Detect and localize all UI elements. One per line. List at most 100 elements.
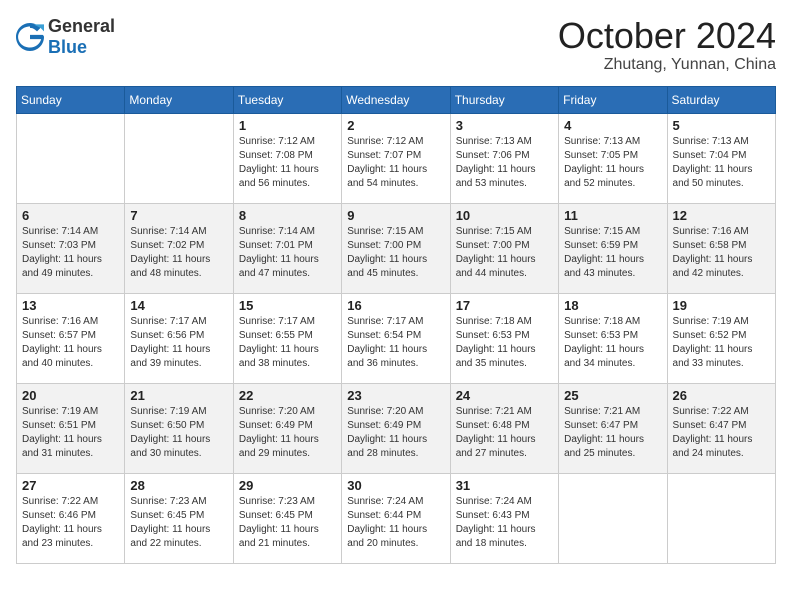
- calendar-cell: 19 Sunrise: 7:19 AM Sunset: 6:52 PM Dayli…: [667, 293, 775, 383]
- day-info: Sunrise: 7:15 AM Sunset: 7:00 PM Dayligh…: [456, 225, 553, 281]
- day-number: 10: [456, 208, 553, 223]
- page-header: General Blue October 2024 Zhutang, Yunna…: [16, 16, 776, 74]
- day-info: Sunrise: 7:18 AM Sunset: 6:53 PM Dayligh…: [564, 315, 661, 371]
- day-info: Sunrise: 7:21 AM Sunset: 6:47 PM Dayligh…: [564, 405, 661, 461]
- calendar-cell: 31 Sunrise: 7:24 AM Sunset: 6:43 PM Dayli…: [450, 473, 558, 563]
- day-number: 9: [347, 208, 444, 223]
- weekday-header: Friday: [559, 86, 667, 113]
- day-info: Sunrise: 7:24 AM Sunset: 6:43 PM Dayligh…: [456, 495, 553, 551]
- calendar-cell: 18Sunrise: 7:18 AM Sunset: 6:53 PM Dayli…: [559, 293, 667, 383]
- day-number: 7: [130, 208, 227, 223]
- day-number: 11: [564, 208, 661, 223]
- day-number: 19: [673, 298, 770, 313]
- month-title: October 2024: [558, 16, 776, 56]
- day-info: Sunrise: 7:16 AM Sunset: 6:58 PM Dayligh…: [673, 225, 770, 281]
- calendar-cell: 11 Sunrise: 7:15 AM Sunset: 6:59 PM Dayli…: [559, 203, 667, 293]
- day-number: 20: [22, 388, 119, 403]
- calendar: SundayMondayTuesdayWednesdayThursdayFrid…: [16, 86, 776, 564]
- day-info: Sunrise: 7:24 AM Sunset: 6:44 PM Dayligh…: [347, 495, 444, 551]
- calendar-week-row: 27 Sunrise: 7:22 AM Sunset: 6:46 PM Dayli…: [17, 473, 776, 563]
- day-number: 31: [456, 478, 553, 493]
- weekday-header: Monday: [125, 86, 233, 113]
- logo-icon: [16, 23, 44, 51]
- day-info: Sunrise: 7:19 AM Sunset: 6:50 PM Dayligh…: [130, 405, 227, 461]
- day-number: 12: [673, 208, 770, 223]
- day-info: Sunrise: 7:13 AM Sunset: 7:05 PM Dayligh…: [564, 135, 661, 191]
- calendar-cell: 9 Sunrise: 7:15 AM Sunset: 7:00 PM Daylig…: [342, 203, 450, 293]
- logo-blue: Blue: [48, 37, 87, 57]
- weekday-header-row: SundayMondayTuesdayWednesdayThursdayFrid…: [17, 86, 776, 113]
- calendar-cell: 20Sunrise: 7:19 AM Sunset: 6:51 PM Dayli…: [17, 383, 125, 473]
- day-number: 4: [564, 118, 661, 133]
- day-info: Sunrise: 7:21 AM Sunset: 6:48 PM Dayligh…: [456, 405, 553, 461]
- calendar-cell: 25 Sunrise: 7:21 AM Sunset: 6:47 PM Dayli…: [559, 383, 667, 473]
- day-number: 2: [347, 118, 444, 133]
- day-info: Sunrise: 7:14 AM Sunset: 7:03 PM Dayligh…: [22, 225, 119, 281]
- logo: General Blue: [16, 16, 115, 58]
- day-number: 23: [347, 388, 444, 403]
- day-number: 16: [347, 298, 444, 313]
- weekday-header: Thursday: [450, 86, 558, 113]
- calendar-cell: 6 Sunrise: 7:14 AM Sunset: 7:03 PM Daylig…: [17, 203, 125, 293]
- day-number: 29: [239, 478, 336, 493]
- day-info: Sunrise: 7:19 AM Sunset: 6:52 PM Dayligh…: [673, 315, 770, 371]
- day-number: 25: [564, 388, 661, 403]
- calendar-cell: 5 Sunrise: 7:13 AM Sunset: 7:04 PM Daylig…: [667, 113, 775, 203]
- calendar-week-row: 6 Sunrise: 7:14 AM Sunset: 7:03 PM Daylig…: [17, 203, 776, 293]
- day-info: Sunrise: 7:18 AM Sunset: 6:53 PM Dayligh…: [456, 315, 553, 371]
- calendar-cell: 23 Sunrise: 7:20 AM Sunset: 6:49 PM Dayli…: [342, 383, 450, 473]
- day-number: 28: [130, 478, 227, 493]
- day-info: Sunrise: 7:14 AM Sunset: 7:02 PM Dayligh…: [130, 225, 227, 281]
- day-info: Sunrise: 7:22 AM Sunset: 6:47 PM Dayligh…: [673, 405, 770, 461]
- day-info: Sunrise: 7:12 AM Sunset: 7:08 PM Dayligh…: [239, 135, 336, 191]
- day-number: 5: [673, 118, 770, 133]
- calendar-cell: 3 Sunrise: 7:13 AM Sunset: 7:06 PM Daylig…: [450, 113, 558, 203]
- location-title: Zhutang, Yunnan, China: [558, 56, 776, 74]
- calendar-cell: 4 Sunrise: 7:13 AM Sunset: 7:05 PM Daylig…: [559, 113, 667, 203]
- day-number: 26: [673, 388, 770, 403]
- day-number: 8: [239, 208, 336, 223]
- day-number: 24: [456, 388, 553, 403]
- day-info: Sunrise: 7:23 AM Sunset: 6:45 PM Dayligh…: [130, 495, 227, 551]
- day-number: 21: [130, 388, 227, 403]
- weekday-header: Sunday: [17, 86, 125, 113]
- calendar-week-row: 20Sunrise: 7:19 AM Sunset: 6:51 PM Dayli…: [17, 383, 776, 473]
- day-info: Sunrise: 7:16 AM Sunset: 6:57 PM Dayligh…: [22, 315, 119, 371]
- calendar-cell: 24 Sunrise: 7:21 AM Sunset: 6:48 PM Dayli…: [450, 383, 558, 473]
- weekday-header: Saturday: [667, 86, 775, 113]
- day-number: 22: [239, 388, 336, 403]
- day-number: 17: [456, 298, 553, 313]
- day-info: Sunrise: 7:17 AM Sunset: 6:55 PM Dayligh…: [239, 315, 336, 371]
- day-info: Sunrise: 7:22 AM Sunset: 6:46 PM Dayligh…: [22, 495, 119, 551]
- day-number: 15: [239, 298, 336, 313]
- calendar-cell: [17, 113, 125, 203]
- day-info: Sunrise: 7:13 AM Sunset: 7:06 PM Dayligh…: [456, 135, 553, 191]
- day-info: Sunrise: 7:14 AM Sunset: 7:01 PM Dayligh…: [239, 225, 336, 281]
- day-number: 13: [22, 298, 119, 313]
- calendar-cell: 16 Sunrise: 7:17 AM Sunset: 6:54 PM Dayli…: [342, 293, 450, 383]
- day-info: Sunrise: 7:20 AM Sunset: 6:49 PM Dayligh…: [239, 405, 336, 461]
- day-info: Sunrise: 7:15 AM Sunset: 6:59 PM Dayligh…: [564, 225, 661, 281]
- calendar-cell: 2Sunrise: 7:12 AM Sunset: 7:07 PM Daylig…: [342, 113, 450, 203]
- day-info: Sunrise: 7:17 AM Sunset: 6:54 PM Dayligh…: [347, 315, 444, 371]
- day-number: 1: [239, 118, 336, 133]
- day-info: Sunrise: 7:20 AM Sunset: 6:49 PM Dayligh…: [347, 405, 444, 461]
- calendar-cell: 7 Sunrise: 7:14 AM Sunset: 7:02 PM Daylig…: [125, 203, 233, 293]
- calendar-cell: [125, 113, 233, 203]
- logo-text: General Blue: [48, 16, 115, 58]
- day-number: 30: [347, 478, 444, 493]
- calendar-cell: 13 Sunrise: 7:16 AM Sunset: 6:57 PM Dayli…: [17, 293, 125, 383]
- calendar-cell: 21 Sunrise: 7:19 AM Sunset: 6:50 PM Dayli…: [125, 383, 233, 473]
- calendar-cell: 17 Sunrise: 7:18 AM Sunset: 6:53 PM Dayli…: [450, 293, 558, 383]
- day-info: Sunrise: 7:15 AM Sunset: 7:00 PM Dayligh…: [347, 225, 444, 281]
- day-number: 27: [22, 478, 119, 493]
- calendar-cell: 29Sunrise: 7:23 AM Sunset: 6:45 PM Dayli…: [233, 473, 341, 563]
- calendar-cell: 26 Sunrise: 7:22 AM Sunset: 6:47 PM Dayli…: [667, 383, 775, 473]
- day-info: Sunrise: 7:13 AM Sunset: 7:04 PM Dayligh…: [673, 135, 770, 191]
- calendar-cell: 15 Sunrise: 7:17 AM Sunset: 6:55 PM Dayli…: [233, 293, 341, 383]
- calendar-cell: 30 Sunrise: 7:24 AM Sunset: 6:44 PM Dayli…: [342, 473, 450, 563]
- calendar-cell: [559, 473, 667, 563]
- day-number: 6: [22, 208, 119, 223]
- day-number: 3: [456, 118, 553, 133]
- calendar-week-row: 1 Sunrise: 7:12 AM Sunset: 7:08 PM Daylig…: [17, 113, 776, 203]
